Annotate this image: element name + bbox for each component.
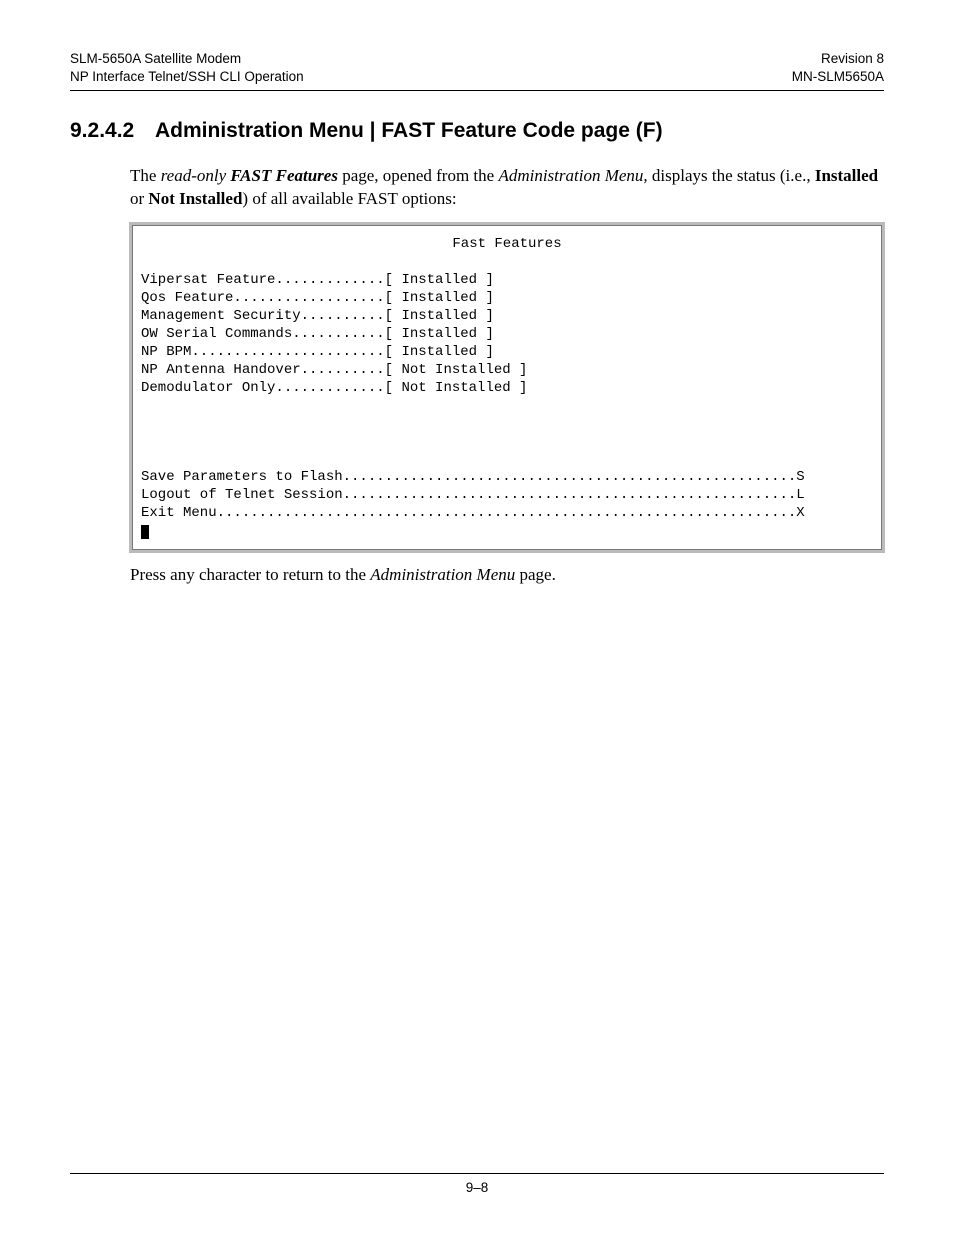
terminal-feature-line: Management Security..........[ Installed… xyxy=(141,308,494,324)
header-rule xyxy=(70,90,884,91)
terminal-feature-line: NP Antenna Handover..........[ Not Insta… xyxy=(141,362,527,378)
intro-readonly: read-only xyxy=(161,166,226,185)
terminal-feature-line: Demodulator Only.............[ Not Insta… xyxy=(141,380,527,396)
terminal-feature-line: NP BPM.......................[ Installed… xyxy=(141,344,494,360)
outro-t1: Press any character to return to the xyxy=(130,565,370,584)
header-docnum: MN-SLM5650A xyxy=(792,68,884,86)
header-subtitle: NP Interface Telnet/SSH CLI Operation xyxy=(70,68,304,86)
intro-installed: Installed xyxy=(815,166,878,185)
intro-paragraph: The read-only FAST Features page, opened… xyxy=(130,165,884,211)
intro-admin-menu: Administration Menu, xyxy=(498,166,647,185)
terminal-feature-line: Qos Feature..................[ Installed… xyxy=(141,290,494,306)
header-right: Revision 8 MN-SLM5650A xyxy=(792,50,884,86)
outro-t3: page. xyxy=(515,565,556,584)
intro-t1: The xyxy=(130,166,161,185)
header-revision: Revision 8 xyxy=(792,50,884,68)
outro-admin-menu: Administration Menu xyxy=(370,565,515,584)
intro-t7: displays the status (i.e., xyxy=(648,166,815,185)
terminal-feature-line: OW Serial Commands...........[ Installed… xyxy=(141,326,494,342)
terminal-action-line: Save Parameters to Flash................… xyxy=(141,469,805,485)
section-number: 9.2.4.2 xyxy=(70,119,155,143)
intro-t5: page, opened from the xyxy=(338,166,499,185)
cursor-icon xyxy=(141,525,149,539)
terminal-wrap: Fast Features Vipersat Feature..........… xyxy=(132,225,882,549)
terminal-action-line: Logout of Telnet Session................… xyxy=(141,487,805,503)
page-number: 9–8 xyxy=(466,1180,489,1195)
header-left: SLM-5650A Satellite Modem NP Interface T… xyxy=(70,50,304,86)
intro-fast-features: FAST Features xyxy=(230,166,338,185)
intro-t9: or xyxy=(130,189,148,208)
footer-rule xyxy=(70,1173,884,1174)
page-header: SLM-5650A Satellite Modem NP Interface T… xyxy=(70,50,884,86)
page: SLM-5650A Satellite Modem NP Interface T… xyxy=(0,0,954,1235)
terminal-action-line: Exit Menu...............................… xyxy=(141,505,805,521)
terminal-feature-line: Vipersat Feature.............[ Installed… xyxy=(141,272,494,288)
intro-t11: ) of all available FAST options: xyxy=(242,189,456,208)
terminal-output: Fast Features Vipersat Feature..........… xyxy=(132,225,882,549)
section-heading: 9.2.4.2Administration Menu | FAST Featur… xyxy=(70,119,884,143)
terminal-title: Fast Features xyxy=(141,236,873,254)
section-title: Administration Menu | FAST Feature Code … xyxy=(155,119,663,142)
intro-not-installed: Not Installed xyxy=(148,189,242,208)
header-product: SLM-5650A Satellite Modem xyxy=(70,50,304,68)
outro-paragraph: Press any character to return to the Adm… xyxy=(130,564,884,587)
page-footer: 9–8 xyxy=(70,1173,884,1195)
